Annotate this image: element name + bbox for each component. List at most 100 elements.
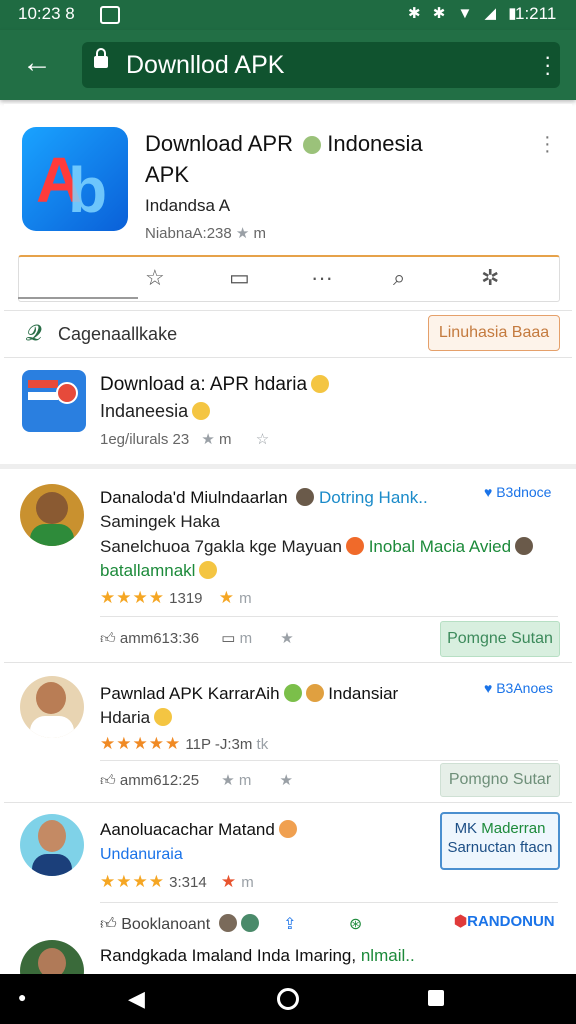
app-title-part2: Indonesia [327, 131, 423, 156]
comment-icon[interactable]: ▭ [221, 630, 235, 647]
app-title-line2: APK [145, 162, 190, 187]
share-icon[interactable]: ⇪ [283, 916, 296, 933]
like-icon[interactable]: 👍︎ [100, 630, 116, 647]
post-1-action-text: amm613:36 [119, 630, 200, 647]
avatar-small-icon [296, 488, 315, 506]
post-2-action-text: amm612:25 [119, 772, 200, 789]
recents-square-icon[interactable] [428, 990, 444, 1006]
app-meta: NiabnaA:238 ★ m [145, 224, 266, 242]
post-3-box-line1b: Maderran [481, 820, 546, 837]
divider [100, 760, 558, 761]
post-1-title[interactable]: Danaloda'd Miulndaarlan Dotring Hank.. [100, 488, 428, 508]
star-icon[interactable]: ★ [221, 772, 234, 789]
post-1-rating-suffix: m [239, 590, 252, 607]
emoji-icon [199, 561, 218, 579]
more-dots-icon[interactable]: ··· [311, 265, 333, 291]
avatar-face [36, 492, 68, 524]
post-1-badge: ♥ B3dnoce [484, 484, 551, 500]
post-2-title[interactable]: Pawnlad APK KarrarAih Indansiar [100, 684, 398, 704]
post-4-title[interactable]: Randgkada Imaland Inda Imaring, nlmail.. [100, 946, 415, 966]
app-developer[interactable]: Indandsa A [145, 196, 230, 216]
navigation-bar: ● ◀ [0, 974, 576, 1024]
share-icon[interactable]: ✲ [481, 265, 499, 291]
back-triangle-icon[interactable]: ◀ [128, 986, 145, 1012]
post-1-line4-text: batallamnakl [100, 561, 196, 580]
star-icon: ★ [220, 872, 238, 891]
app-meta-suffix: m [253, 225, 267, 242]
verified-icon: ♥ [484, 680, 493, 696]
post-1-rating: ★★★★ 1319 ★ m [100, 588, 252, 608]
post-2-title-text-b: Indansiar [328, 684, 399, 703]
feature-title[interactable]: Download a: APR hdaria [100, 374, 330, 396]
post-3-footer-badge-text: RANDONUN [467, 913, 555, 930]
category-button[interactable]: Linuhasia Baaa [428, 315, 560, 351]
checkmark-icon: ⊛ [348, 916, 363, 933]
post-2-actions: 👍︎ amm612:25 ★ m ★ [100, 771, 293, 790]
post-3-box-line2: Sarnuctan ftacn [447, 839, 553, 856]
flag-stripe [28, 392, 58, 400]
emoji-icon [303, 136, 322, 154]
post-3-rating-value: 3:314 [169, 874, 207, 891]
avatar[interactable] [20, 484, 84, 546]
status-time-left: 10:23 8 [18, 4, 75, 23]
feature-app-icon[interactable] [22, 370, 86, 432]
post-4-title-link[interactable]: nlmail.. [361, 946, 415, 965]
star-icon[interactable]: ★ [280, 630, 293, 647]
app-logo: A b [22, 127, 128, 231]
like-icon[interactable]: 👍︎ [100, 916, 117, 933]
post-2-line2: Hdaria [100, 708, 173, 728]
post-2-button[interactable]: Pomgno Sutar [440, 763, 560, 797]
star-icon[interactable]: ★ [280, 772, 293, 789]
avatar-face [38, 820, 66, 852]
avatar-body [30, 524, 74, 546]
rating-stars: ★★★★ [100, 872, 165, 891]
like-icon[interactable]: 👍︎ [100, 772, 116, 789]
notification-icon [100, 6, 120, 24]
divider [4, 357, 572, 358]
url-bar[interactable]: Downllod APK · · · [82, 42, 560, 88]
overflow-menu-icon[interactable]: · · · [544, 46, 551, 84]
divider [100, 616, 558, 617]
post-1-line4: batallamnakl [100, 561, 218, 581]
post-2-badge: ♥ B3Anoes [484, 680, 553, 696]
comment-icon[interactable]: ▭ [229, 265, 250, 291]
avatar-face [36, 682, 66, 714]
post-3-footer-text: Booklanoant [121, 916, 211, 933]
post-3-title[interactable]: Aanoluacachar Matand [100, 820, 297, 840]
post-1-button[interactable]: Pomgne Sutan [440, 621, 560, 657]
avatar[interactable] [20, 676, 84, 738]
rating-stars: ★★★★ [100, 588, 165, 607]
status-time-right: 1:211 [515, 4, 557, 23]
star-outline-icon[interactable]: ☆ [145, 265, 165, 291]
emoji-icon [278, 820, 297, 838]
post-2-rating-b: -J:3m [214, 736, 253, 753]
lock-icon [94, 48, 108, 68]
dot-icon: ● [18, 989, 27, 1005]
back-arrow-icon[interactable]: ← [22, 48, 52, 78]
post-3-rating-suffix: m [241, 874, 254, 891]
flag-stripe [28, 380, 58, 388]
post-2-line2-text: Hdaria [100, 708, 151, 727]
search-icon[interactable]: ⌕ [393, 265, 405, 291]
post-3-subtitle: Undanuraia [100, 846, 183, 863]
post-1-link[interactable]: Dotring Hank.. [319, 488, 428, 507]
post-3-box[interactable]: MK Maderran Sarnuctan ftacn [440, 812, 560, 870]
feature-meta: 1eg/ilurals 23 ★ m ☆ [100, 430, 269, 448]
post-3-title-text: Aanoluacachar Matand [100, 820, 275, 839]
app-menu-icon[interactable]: · · · [544, 127, 551, 161]
verified-icon: ♥ [484, 484, 493, 500]
post-3-box-line1a: MK [454, 820, 478, 837]
post-2-badge-text: B3Anoes [496, 680, 554, 696]
post-2-action-suffix: m [238, 772, 252, 789]
avatar[interactable] [20, 814, 84, 876]
post-2-rating-c: tk [256, 736, 269, 753]
post-1-line3-link[interactable]: Inobal Macia Avied [369, 537, 511, 556]
star-outline-icon: ☆ [255, 431, 270, 448]
home-circle-icon[interactable] [277, 988, 299, 1010]
post-3-footer-badge[interactable]: ⬢RANDONUN [454, 912, 555, 930]
post-2-title-text: Pawnlad APK KarrarAih [100, 684, 280, 703]
post-1-line3: Sanelchuoa 7gakla kge Mayuan Inobal Maci… [100, 537, 534, 557]
app-title-part1: Download APR [145, 131, 293, 156]
post-1-line3-text: Sanelchuoa 7gakla kge Mayuan [100, 537, 342, 556]
avatar-body [32, 854, 72, 876]
